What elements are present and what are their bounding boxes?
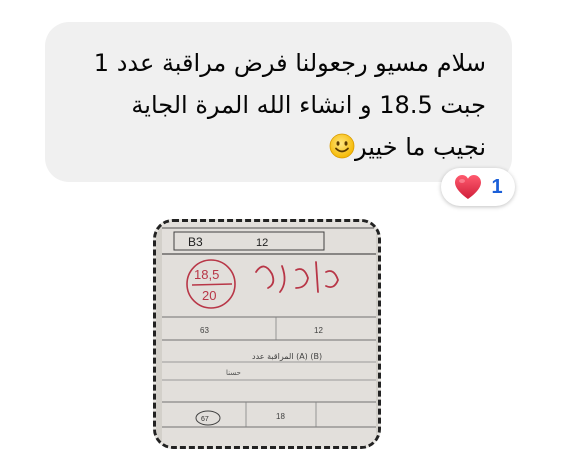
message-line-3: نجيب ما خيير xyxy=(69,126,486,172)
message-line-1: سلام مسيو رجعولنا فرض مراقبة عدد 1 xyxy=(93,49,486,77)
message-line-2: جبت 18.5 و انشاء الله المرة الجاية xyxy=(131,91,486,119)
message-bubble[interactable]: سلام مسيو رجعولنا فرض مراقبة عدد 1 جبت 1… xyxy=(45,22,512,182)
smiling-face-icon xyxy=(329,130,355,172)
message-line-3-text: نجيب ما خيير xyxy=(355,133,486,161)
exam-paper-photo: B3 12 18,5 20 63 12 المراقبة عدد (A) (B)… xyxy=(156,222,378,446)
chat-thread: سلام مسيو رجعولنا فرض مراقبة عدد 1 جبت 1… xyxy=(0,0,570,458)
heart-icon xyxy=(453,173,483,201)
reaction-count: 1 xyxy=(491,175,503,198)
photo-attachment[interactable]: B3 12 18,5 20 63 12 المراقبة عدد (A) (B)… xyxy=(153,219,381,449)
reaction-badge[interactable]: 1 xyxy=(441,168,515,206)
